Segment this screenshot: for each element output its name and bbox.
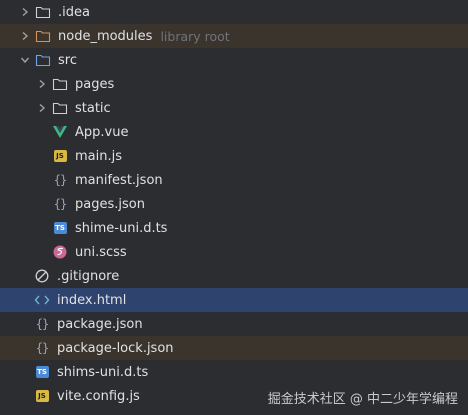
tree-item-label: .idea (58, 4, 90, 20)
tree-item-idea[interactable]: .idea (0, 0, 468, 24)
folder-icon (35, 4, 51, 20)
tree-item-label: node_modules (58, 28, 153, 44)
ts-badge: TS (53, 222, 67, 234)
tree-item-label: manifest.json (75, 172, 163, 188)
tree-item-label: .gitignore (57, 268, 120, 284)
tree-item-label: main.js (75, 148, 122, 164)
html-file-icon (34, 292, 50, 308)
tree-item-label: shime-uni.d.ts (75, 220, 168, 236)
tree-item-label: static (75, 100, 111, 116)
tree-item-label: package.json (57, 316, 143, 332)
tree-item-label: App.vue (75, 124, 129, 140)
js-badge: JS (35, 390, 49, 402)
tree-item-shime-uni-dts[interactable]: TS shime-uni.d.ts (0, 216, 468, 240)
json-file-icon: {} (53, 197, 67, 211)
tree-item-manifest-json[interactable]: {} manifest.json (0, 168, 468, 192)
tree-item-label: pages.json (75, 196, 145, 212)
chevron-down-icon[interactable] (18, 53, 32, 67)
chevron-right-icon[interactable] (35, 77, 49, 91)
json-file-icon: {} (35, 317, 49, 331)
tree-item-pages-json[interactable]: {} pages.json (0, 192, 468, 216)
tree-item-shims-uni-dts[interactable]: TS shims-uni.d.ts (0, 360, 468, 384)
tree-item-app-vue[interactable]: App.vue (0, 120, 468, 144)
library-root-hint: library root (160, 28, 230, 44)
sass-icon (52, 244, 68, 260)
ignore-file-icon (34, 268, 50, 284)
tree-item-label: uni.scss (75, 244, 127, 260)
ts-badge: TS (35, 366, 49, 378)
javascript-file-icon: JS (52, 148, 68, 164)
tree-item-gitignore[interactable]: .gitignore (0, 264, 468, 288)
tree-item-package-json[interactable]: {} package.json (0, 312, 468, 336)
tree-item-label: vite.config.js (57, 388, 140, 404)
tree-item-pages[interactable]: pages (0, 72, 468, 96)
json-file-icon: {} (53, 173, 67, 187)
javascript-file-icon: JS (34, 388, 50, 404)
tree-item-uni-scss[interactable]: uni.scss (0, 240, 468, 264)
chevron-right-icon[interactable] (35, 101, 49, 115)
project-file-tree: .idea node_modules library root src page… (0, 0, 468, 415)
typescript-file-icon: TS (34, 364, 50, 380)
folder-icon (52, 76, 68, 92)
tree-item-label: package-lock.json (57, 340, 174, 356)
tree-item-label: pages (75, 76, 115, 92)
tree-item-static[interactable]: static (0, 96, 468, 120)
tree-item-index-html[interactable]: index.html (0, 288, 468, 312)
tree-item-src[interactable]: src (0, 48, 468, 72)
tree-item-label: index.html (57, 292, 127, 308)
tree-item-node-modules[interactable]: node_modules library root (0, 24, 468, 48)
lock-json-file-icon: {} (35, 341, 49, 355)
tree-item-package-lock-json[interactable]: {} package-lock.json (0, 336, 468, 360)
tree-item-main-js[interactable]: JS main.js (0, 144, 468, 168)
chevron-right-icon[interactable] (18, 5, 32, 19)
folder-icon (52, 100, 68, 116)
watermark: 掘金技术社区 @ 中二少年学编程 (267, 392, 458, 407)
tree-item-label: shims-uni.d.ts (57, 364, 149, 380)
js-badge: JS (53, 150, 67, 162)
chevron-right-icon[interactable] (18, 29, 32, 43)
source-folder-icon (35, 52, 51, 68)
vue-icon (52, 124, 68, 140)
excluded-folder-icon (35, 28, 51, 44)
typescript-file-icon: TS (52, 220, 68, 236)
tree-item-label: src (58, 52, 77, 68)
